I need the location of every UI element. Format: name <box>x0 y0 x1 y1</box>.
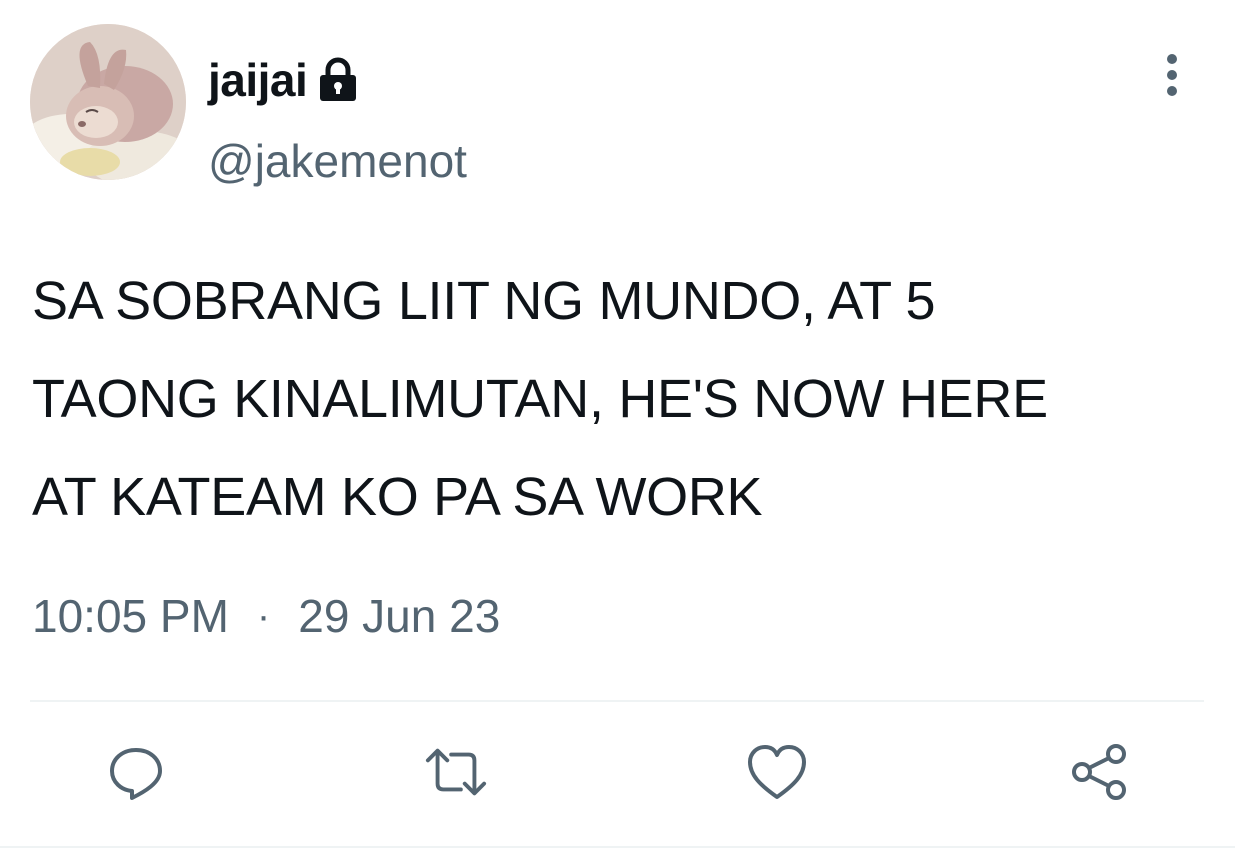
more-options-button[interactable] <box>1150 50 1194 100</box>
retweet-button[interactable] <box>424 740 488 804</box>
like-button[interactable] <box>745 740 809 804</box>
user-handle[interactable]: @jakemenot <box>208 134 467 188</box>
tweet-text: SA SOBRANG LIIT NG MUNDO, AT 5 TAONG KIN… <box>32 271 1048 527</box>
retweet-icon <box>425 748 487 796</box>
bottom-border <box>0 846 1235 848</box>
tweet-time[interactable]: 10:05 PM <box>32 589 229 643</box>
tweet-card: jaijai @jakemenot SA SOBRANG LIIT NG MUN… <box>0 0 1235 864</box>
reply-button[interactable] <box>104 740 168 804</box>
heart-icon <box>748 745 806 799</box>
divider <box>30 700 1204 702</box>
tweet-date[interactable]: 29 Jun 23 <box>298 589 500 643</box>
tweet-meta: 10:05 PM · 29 Jun 23 <box>32 586 500 646</box>
meta-separator: · <box>256 593 271 638</box>
display-name[interactable]: jaijai <box>208 53 308 107</box>
lock-icon <box>315 55 361 105</box>
action-bar <box>0 740 1235 804</box>
reply-icon <box>110 748 162 800</box>
share-button[interactable] <box>1068 740 1132 804</box>
display-name-row: jaijai <box>208 50 361 110</box>
more-vertical-icon <box>1167 54 1177 96</box>
share-icon <box>1072 744 1126 800</box>
avatar[interactable] <box>30 24 186 180</box>
